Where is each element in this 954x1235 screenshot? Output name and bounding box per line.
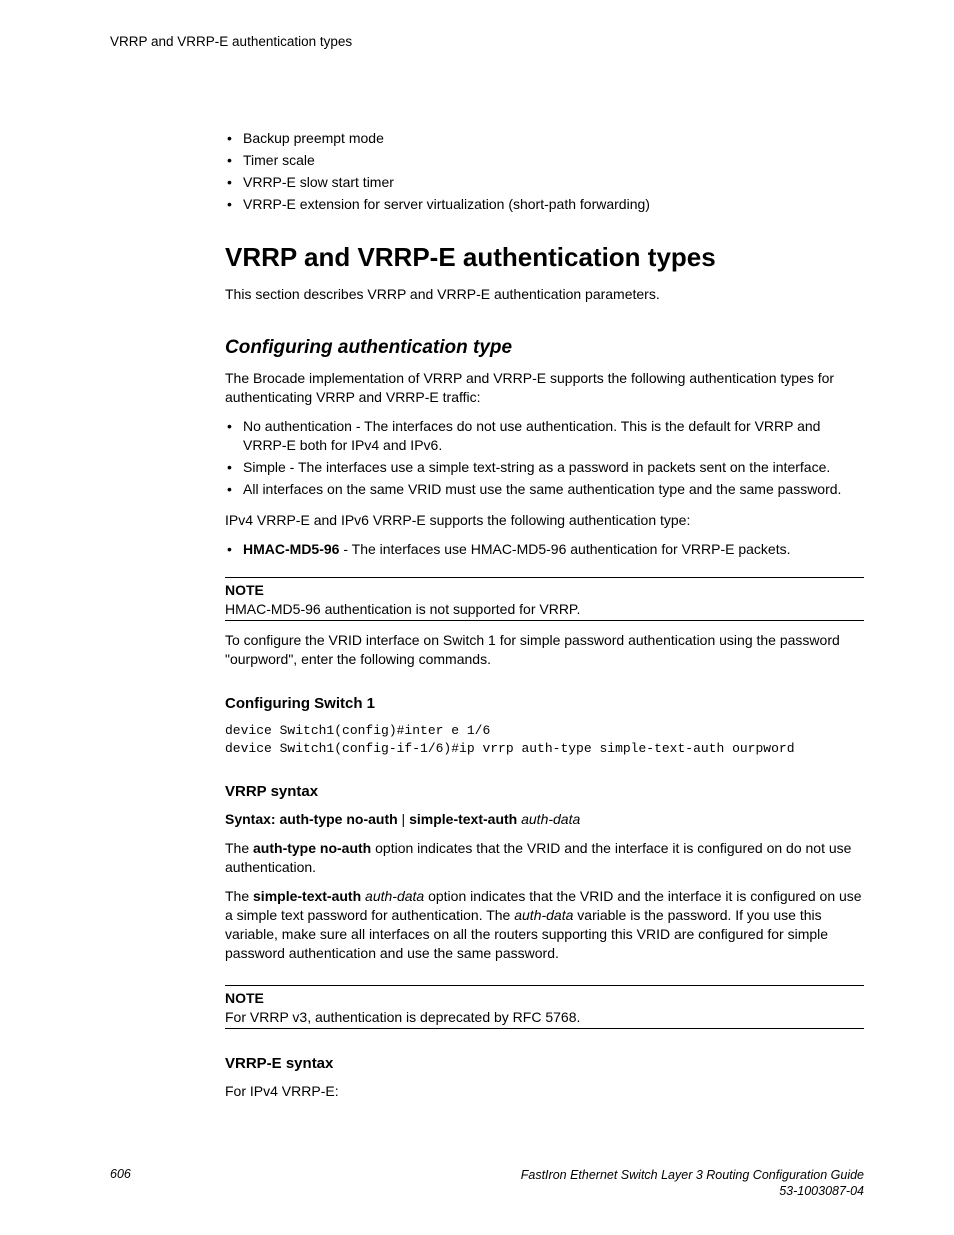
footer-title: FastIron Ethernet Switch Layer 3 Routing…: [521, 1168, 864, 1182]
hmac-desc: - The interfaces use HMAC-MD5-96 authent…: [339, 541, 790, 557]
note-body: For VRRP v3, authentication is deprecate…: [225, 1008, 864, 1027]
syntax-pipe: |: [398, 811, 409, 827]
list-item: Simple - The interfaces use a simple tex…: [225, 458, 864, 477]
syntax-mid: simple-text-auth: [409, 811, 517, 827]
list-item: VRRP-E extension for server virtualizati…: [225, 195, 864, 214]
hmac-label: HMAC-MD5-96: [243, 541, 339, 557]
note-rule-top: [225, 985, 864, 986]
text: The: [225, 888, 253, 904]
footer-text: FastIron Ethernet Switch Layer 3 Routing…: [521, 1167, 864, 1200]
variable: auth-data: [514, 907, 573, 923]
note-label: NOTE: [225, 990, 864, 1006]
list-item: Timer scale: [225, 151, 864, 170]
note-label: NOTE: [225, 582, 864, 598]
section-heading: VRRP and VRRP-E authentication types: [225, 242, 864, 273]
paragraph: For IPv4 VRRP-E:: [225, 1082, 864, 1101]
paragraph: To configure the VRID interface on Switc…: [225, 631, 864, 669]
paragraph: The Brocade implementation of VRRP and V…: [225, 369, 864, 407]
list-item: HMAC-MD5-96 - The interfaces use HMAC-MD…: [225, 540, 864, 559]
syntax-line: Syntax: auth-type no-auth | simple-text-…: [225, 810, 864, 829]
note-rule-bottom: [225, 1028, 864, 1029]
list-item: No authentication - The interfaces do no…: [225, 417, 864, 455]
intro-paragraph: This section describes VRRP and VRRP-E a…: [225, 285, 864, 304]
subsection-heading: Configuring authentication type: [225, 337, 864, 359]
running-header: VRRP and VRRP-E authentication types: [110, 34, 864, 49]
text: The: [225, 840, 253, 856]
syntax-prefix: Syntax: auth-type no-auth: [225, 811, 398, 827]
list-item: Backup preempt mode: [225, 129, 864, 148]
paragraph: The simple-text-auth auth-data option in…: [225, 887, 864, 963]
top-bullet-list: Backup preempt mode Timer scale VRRP-E s…: [225, 129, 864, 214]
variable: auth-data: [365, 888, 424, 904]
page-footer: 606 FastIron Ethernet Switch Layer 3 Rou…: [110, 1167, 864, 1200]
code-block: device Switch1(config)#inter e 1/6 devic…: [225, 722, 864, 757]
paragraph: The auth-type no-auth option indicates t…: [225, 839, 864, 877]
note-body: HMAC-MD5-96 authentication is not suppor…: [225, 600, 864, 619]
hmac-list: HMAC-MD5-96 - The interfaces use HMAC-MD…: [225, 540, 864, 559]
option-name: auth-type no-auth: [253, 840, 371, 856]
list-item: VRRP-E slow start timer: [225, 173, 864, 192]
auth-types-list: No authentication - The interfaces do no…: [225, 417, 864, 499]
note-rule-bottom: [225, 620, 864, 621]
option-name: simple-text-auth: [253, 888, 361, 904]
note-rule-top: [225, 577, 864, 578]
footer-docnum: 53-1003087-04: [779, 1184, 864, 1198]
content-column: Backup preempt mode Timer scale VRRP-E s…: [225, 129, 864, 1101]
config-heading: Configuring Switch 1: [225, 695, 864, 712]
vrrp-syntax-heading: VRRP syntax: [225, 783, 864, 800]
syntax-var: auth-data: [517, 811, 580, 827]
vrrpe-syntax-heading: VRRP-E syntax: [225, 1055, 864, 1072]
paragraph: IPv4 VRRP-E and IPv6 VRRP-E supports the…: [225, 511, 864, 530]
list-item: All interfaces on the same VRID must use…: [225, 480, 864, 499]
page-number: 606: [110, 1167, 131, 1181]
